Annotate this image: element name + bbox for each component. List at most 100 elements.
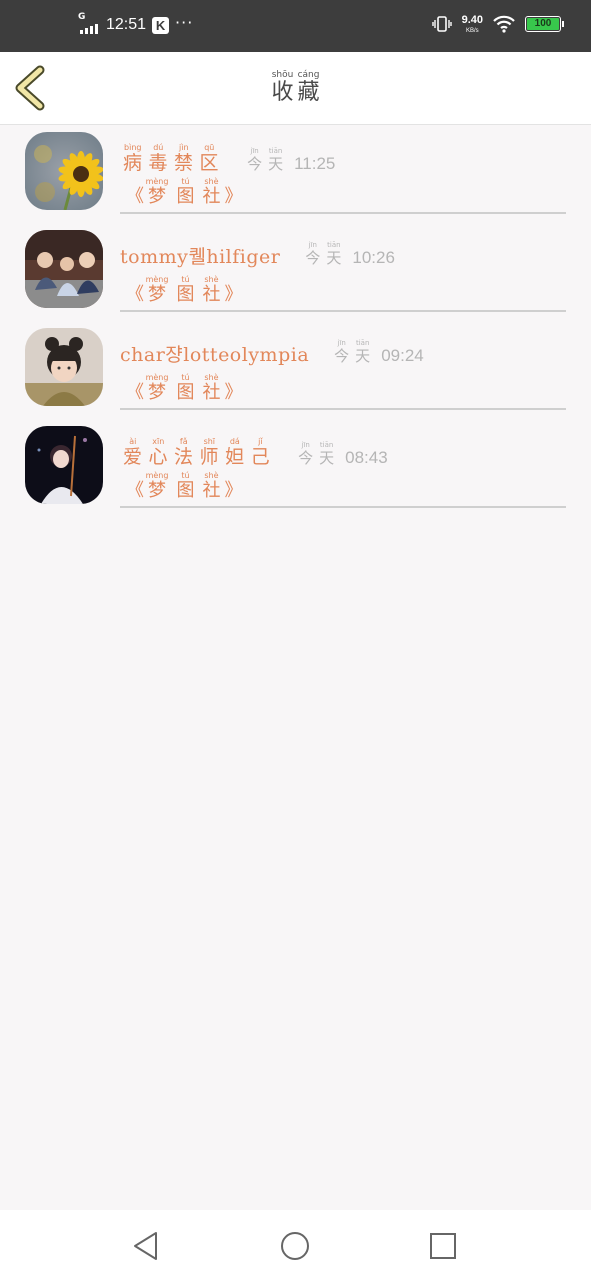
divider xyxy=(120,310,566,312)
day-label: 今jīn 天tiān xyxy=(302,241,344,267)
nav-home-button[interactable] xyxy=(279,1230,311,1262)
name-char: 爱ài xyxy=(123,437,143,468)
square-recents-icon xyxy=(430,1233,456,1259)
group-photo xyxy=(25,230,103,308)
avatar[interactable] xyxy=(25,426,103,504)
item-timestamp: 今jīn 天tiān 10:26 xyxy=(302,241,395,268)
item-name: tommy퀠hilfiger xyxy=(120,242,280,269)
nav-back-button[interactable] xyxy=(130,1230,162,1262)
item-name: 爱ài心xīn法fǎ师shī妲dá己jǐ xyxy=(120,437,273,469)
network-type: G xyxy=(78,12,86,22)
day-label: 今jīn 天tiān xyxy=(295,441,337,467)
divider xyxy=(120,408,566,410)
source-char: 图tú xyxy=(176,177,195,207)
name-char: 妲dá xyxy=(225,437,245,468)
app-header: 收shōu藏cáng xyxy=(0,52,591,125)
bracket-close: 》 xyxy=(224,382,243,403)
bracket-close: 》 xyxy=(224,284,243,305)
name-text: lotteolympia xyxy=(183,344,310,366)
status-bar: G 12:51 K ··· 9.40 KB/s 100 xyxy=(0,0,591,52)
day-char: 今jīn xyxy=(334,339,350,365)
signal-icon: G xyxy=(78,12,100,36)
item-header: tommy퀠hilfiger 今jīn 天tiān 10:26 xyxy=(120,241,395,269)
item-timestamp: 今jīn 天tiān 11:25 xyxy=(244,147,335,174)
day-label: 今jīn 天tiān xyxy=(244,147,286,173)
item-header: 病bìng毒dú禁jìn区qū 今jīn 天tiān 11:25 xyxy=(120,143,335,175)
name-char: 病bìng xyxy=(123,143,143,174)
more-notifications-icon: ··· xyxy=(175,12,194,32)
list-item[interactable]: char쟝lotteolympia 今jīn 天tiān 09:24 《梦mèng 图tú… xyxy=(0,321,591,419)
avatar[interactable] xyxy=(25,328,103,406)
name-char: 禁jìn xyxy=(174,143,194,174)
item-name: 病bìng毒dú禁jìn区qū xyxy=(120,143,222,175)
list-item[interactable]: tommy퀠hilfiger 今jīn 天tiān 10:26 《梦mèng 图tú 社sh… xyxy=(0,223,591,321)
day-char: 天tiān xyxy=(326,241,342,267)
nav-recents-button[interactable] xyxy=(427,1230,459,1262)
day-char: 今jīn xyxy=(247,147,263,173)
status-right: 9.40 KB/s 100 xyxy=(431,13,564,34)
source-char: 梦mèng xyxy=(145,373,169,403)
divider xyxy=(120,506,566,508)
time-value: 09:24 xyxy=(381,346,424,365)
vibrate-icon xyxy=(431,16,452,32)
day-char: 天tiān xyxy=(355,339,371,365)
source-char: 图tú xyxy=(176,471,195,501)
source-char: 梦mèng xyxy=(145,177,169,207)
triangle-back-icon xyxy=(134,1232,157,1260)
avatar[interactable] xyxy=(25,230,103,308)
source-char: 社shè xyxy=(202,275,221,305)
list-item[interactable]: 爱ài心xīn法fǎ师shī妲dá己jǐ 今jīn 天tiān 08:43 《梦mèng… xyxy=(0,419,591,517)
favorites-list: 病bìng毒dú禁jìn区qū 今jīn天tiān11:25 《梦mèng图tú社s… xyxy=(0,125,591,517)
source-char: 梦mèng xyxy=(145,471,169,501)
sunflower-photo xyxy=(25,132,103,210)
page-title: 收shōu藏cáng xyxy=(0,70,591,106)
name-text: tommy xyxy=(120,246,189,268)
name-char: 毒dú xyxy=(148,143,169,174)
name-text: char xyxy=(120,344,166,366)
name-char: 法fǎ xyxy=(174,437,194,468)
bracket-open: 《 xyxy=(126,480,144,501)
bracket-close: 》 xyxy=(224,480,243,501)
avatar[interactable] xyxy=(25,132,103,210)
clock: 12:51 xyxy=(106,16,147,33)
name-char: 己jǐ xyxy=(250,437,271,468)
name-text: hilfiger xyxy=(206,246,281,268)
source-char: 社shè xyxy=(202,177,221,207)
source-char: 图tú xyxy=(176,373,195,403)
time-value: 10:26 xyxy=(352,248,395,267)
item-source: 《梦mèng 图tú 社shè》 xyxy=(126,373,242,404)
name-char: 心xīn xyxy=(148,437,169,468)
source-char: 梦mèng xyxy=(145,275,169,305)
item-header: 爱ài心xīn法fǎ师shī妲dá己jǐ 今jīn 天tiān 08:43 xyxy=(120,437,388,469)
divider xyxy=(120,212,566,214)
wifi-icon xyxy=(493,15,515,33)
bracket-open: 《 xyxy=(126,382,144,403)
name-char: 区qū xyxy=(199,143,220,174)
child-photo xyxy=(25,328,103,406)
item-source: 《梦mèng 图tú 社shè》 xyxy=(126,275,242,306)
item-header: char쟝lotteolympia 今jīn 天tiān 09:24 xyxy=(120,339,424,367)
bracket-open: 《 xyxy=(126,284,144,305)
item-name: char쟝lotteolympia xyxy=(120,340,309,367)
day-char: 天tiān xyxy=(319,441,335,467)
item-source: 《梦mèng 图tú 社shè》 xyxy=(126,177,242,208)
title-char: 收shōu xyxy=(271,70,294,105)
list-item[interactable]: 病bìng毒dú禁jìn区qū 今jīn 天tiān 11:25 《梦mèng 图tú 社s… xyxy=(0,125,591,223)
circle-home-icon xyxy=(281,1232,309,1260)
day-char: 天tiān xyxy=(268,147,284,173)
bracket-close: 》 xyxy=(224,186,243,207)
bracket-open: 《 xyxy=(126,186,144,207)
title-char: 藏cáng xyxy=(297,70,320,105)
item-timestamp: 今jīn 天tiān 08:43 xyxy=(295,441,388,468)
status-left: G 12:51 K ··· xyxy=(78,12,194,36)
day-char: 今jīn xyxy=(298,441,314,467)
source-char: 社shè xyxy=(202,471,221,501)
name-text: 쟝 xyxy=(165,344,184,366)
network-speed: 9.40 KB/s xyxy=(461,13,483,34)
item-source: 《梦mèng 图tú 社shè》 xyxy=(126,471,242,502)
app-notification-icon: K xyxy=(152,16,170,34)
time-value: 11:25 xyxy=(294,154,336,173)
violin-girl-photo xyxy=(25,426,103,504)
day-char: 今jīn xyxy=(305,241,321,267)
day-label: 今jīn 天tiān xyxy=(331,339,373,365)
